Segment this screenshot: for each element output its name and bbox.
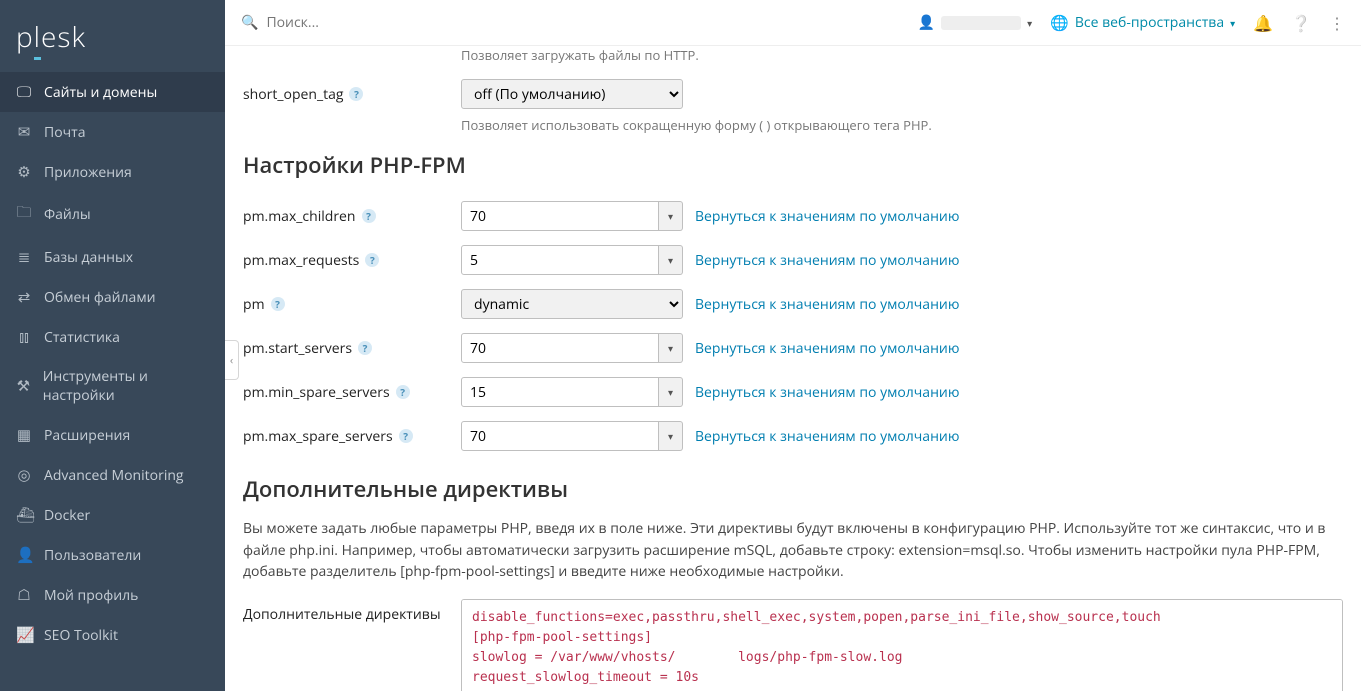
reset-pm-start-servers[interactable]: Вернуться к значениям по умолчанию [695, 339, 959, 358]
sidebar-item-extensions[interactable]: ▦ Расширения [0, 415, 225, 455]
reset-pm-max-requests[interactable]: Вернуться к значениям по умолчанию [695, 251, 959, 270]
additional-directives-textarea[interactable] [461, 599, 1343, 691]
sidebar-item-label: Базы данных [44, 248, 133, 267]
help-icon[interactable]: ? [358, 341, 372, 355]
stack-icon: ≣ [16, 247, 32, 267]
sidebar-item-label: Обмен файлами [44, 288, 156, 307]
pm-max-requests-input[interactable] [461, 245, 659, 275]
sidebar-item-databases[interactable]: ≣ Базы данных [0, 237, 225, 277]
sidebar-item-sites-domains[interactable]: 🖵 Сайты и домены [0, 72, 225, 112]
chart-icon: 📈 [16, 625, 32, 645]
label-pm-min-spare-servers: pm.min_spare_servers [243, 383, 390, 402]
user-name [941, 16, 1021, 30]
sidebar-item-seo-toolkit[interactable]: 📈 SEO Toolkit [0, 615, 225, 655]
content: Позволяет загружать файлы по HTTP. short… [225, 46, 1361, 691]
sidebar-item-file-sharing[interactable]: ⇄ Обмен файлами [0, 277, 225, 317]
docker-icon: ⛴ [16, 505, 32, 525]
stats-icon: ⫾⫾ [16, 327, 32, 347]
search-input[interactable] [266, 13, 903, 32]
dropdown-toggle[interactable]: ▾ [659, 245, 683, 275]
pm-max-children-input[interactable] [461, 201, 659, 231]
sidebar-item-label: Пользователи [44, 546, 141, 565]
pm-start-servers-input[interactable] [461, 333, 659, 363]
reset-pm-min-spare-servers[interactable]: Вернуться к значениям по умолчанию [695, 383, 959, 402]
section-php-fpm-heading: Настройки PHP-FPM [243, 150, 1343, 180]
label-pm-start-servers: pm.start_servers [243, 339, 352, 358]
sidebar-item-label: Приложения [44, 163, 132, 182]
label-pm: pm [243, 295, 265, 314]
user-icon: 👤 [16, 545, 32, 565]
help-icon[interactable]: ? [349, 87, 363, 101]
sidebar-collapse-toggle[interactable]: ‹ [225, 340, 239, 380]
help-icon[interactable]: ? [362, 209, 376, 223]
directives-description: Вы можете задать любые параметры PHP, вв… [243, 518, 1343, 583]
sidebar-item-advanced-monitoring[interactable]: ◎ Advanced Monitoring [0, 455, 225, 495]
more-icon[interactable]: ⋮ [1329, 12, 1345, 34]
reset-pm[interactable]: Вернуться к значениям по умолчанию [695, 295, 959, 314]
share-icon: ⇄ [16, 287, 32, 307]
sidebar-item-label: Расширения [44, 426, 130, 445]
sidebar-item-label: Файлы [44, 205, 91, 224]
dropdown-toggle[interactable]: ▾ [659, 421, 683, 451]
dropdown-toggle[interactable]: ▾ [659, 201, 683, 231]
subscriptions-menu[interactable]: 🌐 Все веб-пространства ▾ [1050, 13, 1235, 33]
hint-file-uploads: Позволяет загружать файлы по HTTP. [461, 46, 1343, 64]
chevron-down-icon: ▾ [1027, 16, 1032, 30]
grid-icon: ▦ [16, 425, 32, 445]
pm-max-spare-servers-input[interactable] [461, 421, 659, 451]
label-pm-max-children: pm.max_children [243, 207, 356, 226]
subscriptions-label: Все веб-пространства [1075, 13, 1224, 32]
dropdown-toggle[interactable]: ▾ [659, 377, 683, 407]
hint-short-open-tag: Позволяет использовать сокращенную форму… [461, 116, 1343, 134]
eye-icon: ◎ [16, 465, 32, 485]
sidebar-item-label: Почта [44, 123, 85, 142]
mail-icon: ✉ [16, 122, 32, 142]
profile-icon: ☖ [16, 585, 32, 605]
help-icon[interactable]: ? [271, 297, 285, 311]
label-additional-directives: Дополнительные директивы [243, 605, 441, 624]
label-pm-max-spare-servers: pm.max_spare_servers [243, 427, 393, 446]
sidebar-item-files[interactable]: 🗀 Файлы [0, 192, 225, 237]
globe-icon: 🌐 [1050, 13, 1069, 33]
monitor-icon: 🖵 [16, 82, 32, 102]
sidebar-item-label: SEO Toolkit [44, 626, 118, 645]
label-short-open-tag: short_open_tag [243, 85, 343, 104]
sidebar-item-label: Advanced Monitoring [44, 466, 184, 485]
gear-icon: ⚙ [16, 162, 32, 182]
sidebar-item-statistics[interactable]: ⫾⫾ Статистика [0, 317, 225, 357]
sidebar-item-label: Сайты и домены [44, 83, 157, 102]
user-menu[interactable]: 👤 ▾ [918, 13, 1032, 32]
sidebar-item-docker[interactable]: ⛴ Docker [0, 495, 225, 535]
sidebar-item-label: Статистика [44, 328, 120, 347]
dropdown-toggle[interactable]: ▾ [659, 333, 683, 363]
sidebar-item-users[interactable]: 👤 Пользователи [0, 535, 225, 575]
sidebar-item-label: Инструменты и настройки [43, 367, 209, 405]
brand-logo: plesk [0, 0, 225, 72]
sidebar: plesk 🖵 Сайты и домены ✉ Почта ⚙ Приложения… [0, 0, 225, 691]
search-icon: 🔍 [241, 13, 258, 32]
sidebar-item-apps[interactable]: ⚙ Приложения [0, 152, 225, 192]
folder-icon: 🗀 [16, 202, 32, 227]
notifications-icon[interactable]: 🔔 [1253, 12, 1273, 34]
label-pm-max-requests: pm.max_requests [243, 251, 359, 270]
sidebar-item-my-profile[interactable]: ☖ Мой профиль [0, 575, 225, 615]
help-icon[interactable]: ❔ [1291, 12, 1311, 34]
sidebar-item-label: Мой профиль [44, 586, 138, 605]
pm-min-spare-servers-input[interactable] [461, 377, 659, 407]
pm-select[interactable]: dynamic [461, 289, 683, 319]
help-icon[interactable]: ? [365, 253, 379, 267]
short-open-tag-select[interactable]: off (По умолчанию) [461, 79, 683, 109]
topbar: 🔍 👤 ▾ 🌐 Все веб-пространства ▾ 🔔 ❔ ⋮ [225, 0, 1361, 46]
sidebar-item-tools-settings[interactable]: ⚒ Инструменты и настройки [0, 357, 225, 415]
help-icon[interactable]: ? [396, 385, 410, 399]
reset-pm-max-spare-servers[interactable]: Вернуться к значениям по умолчанию [695, 427, 959, 446]
help-icon[interactable]: ? [399, 429, 413, 443]
sidebar-item-label: Docker [44, 506, 90, 525]
sliders-icon: ⚒ [16, 376, 31, 396]
sidebar-item-mail[interactable]: ✉ Почта [0, 112, 225, 152]
reset-pm-max-children[interactable]: Вернуться к значениям по умолчанию [695, 207, 959, 226]
section-directives-heading: Дополнительные директивы [243, 474, 1343, 504]
chevron-down-icon: ▾ [1230, 16, 1235, 30]
user-icon: 👤 [918, 13, 935, 32]
